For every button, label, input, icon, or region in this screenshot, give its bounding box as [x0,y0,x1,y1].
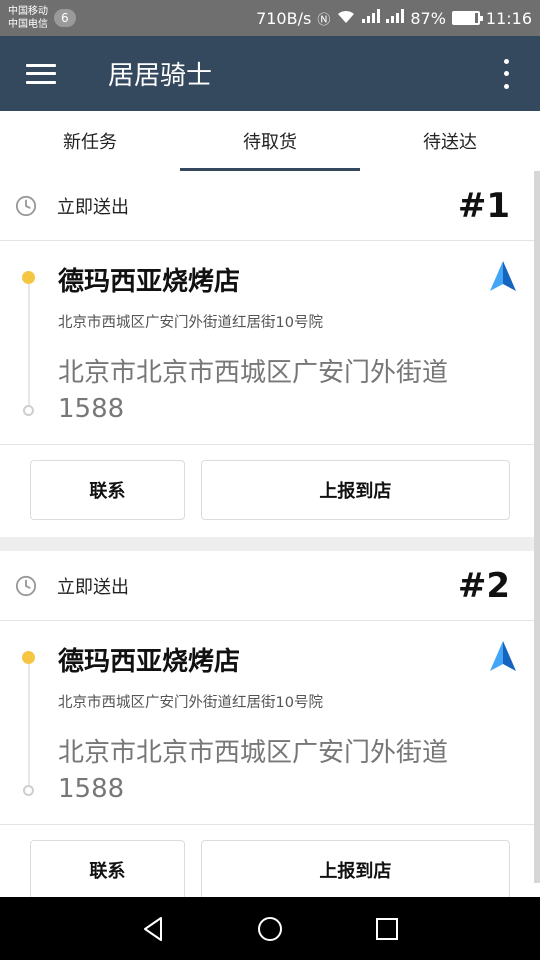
pickup-dot [22,651,35,664]
shop-address: 北京市西城区广安门外街道红居街10号院 [58,695,323,711]
wifi-icon [336,8,356,28]
carrier-1: 中国移动 [8,6,48,17]
scrollbar[interactable] [534,171,540,897]
contact-button[interactable]: 联系 [30,460,185,520]
tab-bar: 新任务 待取货 待送达 [0,111,540,171]
pickup-dot [22,271,35,284]
deliver-time-text: 立即送出 [57,196,129,218]
shop-address: 北京市西城区广安门外街道红居街10号院 [58,315,323,331]
dropoff-dot [23,405,34,416]
shop-name: 德玛西亚烧烤店 [58,647,241,677]
carrier-info: 中国移动 中国电信 [8,5,48,31]
tab-new-tasks[interactable]: 新任务 [0,111,180,171]
order-actions: 联系 上报到店 [0,445,540,535]
destination-address: 北京市北京市西城区广安门外街道1588 [58,738,449,804]
more-options-icon[interactable] [496,58,516,89]
route-line [28,278,30,412]
system-nav-bar [0,897,540,960]
report-arrival-button[interactable]: 上报到店 [200,840,510,897]
report-arrival-button[interactable]: 上报到店 [200,460,510,520]
nfc-icon: Ⓝ [317,12,331,28]
order-number: #1 [457,185,510,226]
route-line [28,658,30,792]
order-list[interactable]: 立即送出 #1 德玛西亚烧烤店 北京市西城区广安门外街道红居街10号院 北京市北… [0,171,540,897]
app-title: 居居骑士 [108,61,213,91]
contact-button[interactable]: 联系 [30,840,185,897]
dropoff-dot [23,785,34,796]
recents-icon[interactable] [371,913,403,945]
signal-icon [362,9,381,27]
shop-name: 德玛西亚烧烤店 [58,267,241,297]
clock-icon [15,195,37,216]
home-icon[interactable] [254,913,286,945]
order-route: 德玛西亚烧烤店 北京市西城区广安门外街道红居街10号院 北京市北京市西城区广安门… [0,241,540,445]
battery-percent: 87% [410,8,446,28]
navigation-arrow-icon[interactable] [488,639,518,675]
menu-icon[interactable] [26,63,56,84]
order-number: #2 [457,565,510,606]
order-actions: 联系 上报到店 [0,825,540,897]
tab-pending-pickup[interactable]: 待取货 [180,111,360,171]
scrollbar-thumb[interactable] [534,171,540,883]
order-card: 立即送出 #2 德玛西亚烧烤店 北京市西城区广安门外街道红居街10号院 北京市北… [0,551,540,897]
net-speed: 710B/s [256,8,312,28]
deliver-time-text: 立即送出 [57,576,129,598]
carrier-2: 中国电信 [8,19,48,30]
tab-pending-delivery[interactable]: 待送达 [360,111,540,171]
notification-badge: 6 [54,9,76,27]
navigation-arrow-icon[interactable] [488,259,518,295]
status-bar: 中国移动 中国电信 6 710B/s Ⓝ 87% 11:16 [0,0,540,36]
clock-time: 11:16 [485,8,532,28]
battery-icon [451,11,483,25]
order-route: 德玛西亚烧烤店 北京市西城区广安门外街道红居街10号院 北京市北京市西城区广安门… [0,621,540,825]
back-icon[interactable] [137,913,169,945]
order-header: 立即送出 #2 [0,551,540,621]
destination-address: 北京市北京市西城区广安门外街道1588 [58,358,449,424]
clock-icon [15,575,37,596]
signal-icon-2 [386,9,405,27]
order-card: 立即送出 #1 德玛西亚烧烤店 北京市西城区广安门外街道红居街10号院 北京市北… [0,171,540,537]
app-bar: 居居骑士 [0,36,540,111]
order-header: 立即送出 #1 [0,171,540,241]
